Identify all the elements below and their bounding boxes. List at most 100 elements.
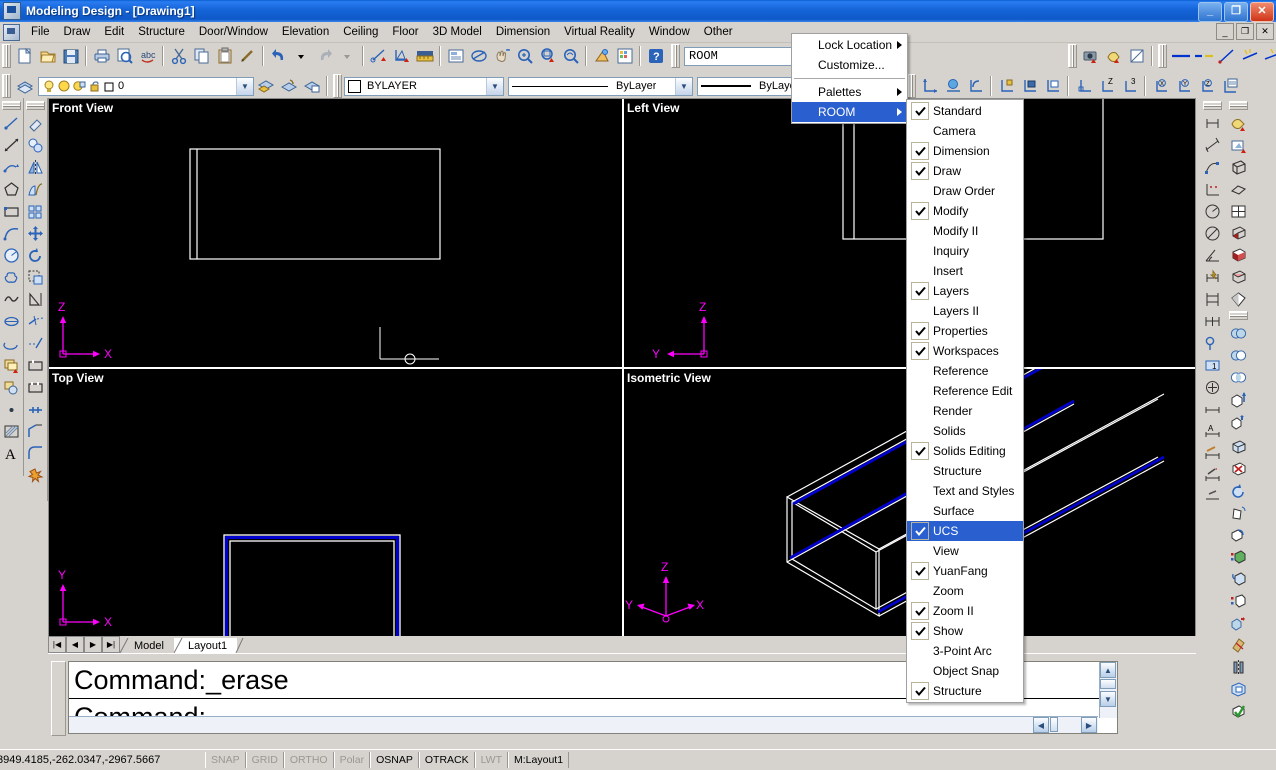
angular-dimension-icon[interactable] xyxy=(1202,244,1223,266)
ucs-rotate-x-icon[interactable]: X xyxy=(1149,75,1172,97)
status-toggle-osnap[interactable]: OSNAP xyxy=(370,752,419,768)
tolerance-icon[interactable]: 1 xyxy=(1202,354,1223,376)
ucs-previous-icon[interactable] xyxy=(941,75,964,97)
context-menu-item-lock-location[interactable]: Lock Location xyxy=(792,35,907,55)
chevron-down-icon[interactable]: ▼ xyxy=(236,78,253,95)
pan-realtime-icon[interactable] xyxy=(467,45,490,67)
submenu-item-reference[interactable]: Reference xyxy=(907,361,1023,381)
color-combo[interactable]: BYLAYER ▼ xyxy=(344,77,504,96)
copy-object-icon[interactable] xyxy=(25,134,46,156)
submenu-item-camera[interactable]: Camera xyxy=(907,121,1023,141)
menu-floor[interactable]: Floor xyxy=(385,24,425,40)
arc-icon[interactable] xyxy=(1,222,22,244)
aligned-dimension-icon[interactable] xyxy=(1202,134,1223,156)
ucs-manager-icon[interactable] xyxy=(1218,75,1241,97)
menu-structure[interactable]: Structure xyxy=(131,24,192,40)
3d-view-icon[interactable] xyxy=(1228,156,1249,178)
submenu-item-surface[interactable]: Surface xyxy=(907,501,1023,521)
spline-icon[interactable] xyxy=(1,288,22,310)
quick-leader-icon[interactable] xyxy=(1202,332,1223,354)
construction-line-icon[interactable] xyxy=(1238,45,1261,67)
menu-elevation[interactable]: Elevation xyxy=(275,24,336,40)
menu-draw[interactable]: Draw xyxy=(57,24,98,40)
chamfer-icon[interactable] xyxy=(25,420,46,442)
context-menu-item-palettes[interactable]: Palettes xyxy=(792,82,907,102)
viewport-top-view[interactable]: Top View Y X xyxy=(49,369,621,636)
submenu-item-dimension[interactable]: Dimension xyxy=(907,141,1023,161)
submenu-item-3-point-arc[interactable]: 3-Point Arc xyxy=(907,641,1023,661)
first-layout-button[interactable]: |◀ xyxy=(48,636,66,653)
submenu-item-object-snap[interactable]: Object Snap xyxy=(907,661,1023,681)
submenu-item-text-and-styles[interactable]: Text and Styles xyxy=(907,481,1023,501)
zoom-window-icon[interactable] xyxy=(536,45,559,67)
diameter-dimension-icon[interactable] xyxy=(1202,222,1223,244)
isometric-view-icon[interactable] xyxy=(1228,222,1249,244)
ucs-rotate-z-icon[interactable]: Z xyxy=(1195,75,1218,97)
app-icon[interactable] xyxy=(3,2,21,20)
context-menu-item-customize[interactable]: Customize... xyxy=(792,55,907,75)
status-toggle-polar[interactable]: Polar xyxy=(334,752,371,768)
zoom-in-icon[interactable] xyxy=(513,45,536,67)
block-insert-icon[interactable] xyxy=(444,45,467,67)
dimension-break-icon[interactable] xyxy=(1202,486,1223,508)
revision-cloud-icon[interactable] xyxy=(1,266,22,288)
layer-previous-icon[interactable] xyxy=(254,75,277,97)
status-toggle-snap[interactable]: SNAP xyxy=(205,752,246,768)
submenu-item-zoom-ii[interactable]: Zoom II xyxy=(907,601,1023,621)
status-toggle-grid[interactable]: GRID xyxy=(246,752,284,768)
point-icon[interactable] xyxy=(1,398,22,420)
line-icon[interactable] xyxy=(1,112,22,134)
menu-edit[interactable]: Edit xyxy=(97,24,131,40)
layer-manager-icon[interactable] xyxy=(13,75,36,97)
chevron-down-icon[interactable]: ▼ xyxy=(675,78,692,95)
ucs-object-icon[interactable] xyxy=(995,75,1018,97)
dimension-update-icon[interactable] xyxy=(1202,442,1223,464)
solid-copy-face-icon[interactable] xyxy=(1228,524,1249,546)
toolbar-grip[interactable] xyxy=(671,44,680,68)
status-toggle-otrack[interactable]: OTRACK xyxy=(419,752,475,768)
menu-virtual-reality[interactable]: Virtual Reality xyxy=(557,24,642,40)
conceptual-view-icon[interactable] xyxy=(1228,288,1249,310)
layer-match-icon[interactable] xyxy=(300,75,323,97)
doc-restore-button[interactable]: ❐ xyxy=(1236,23,1254,40)
submenu-item-solids[interactable]: Solids xyxy=(907,421,1023,441)
baseline-dimension-icon[interactable] xyxy=(1202,288,1223,310)
solid-3d-icon[interactable] xyxy=(1228,678,1249,700)
light-icon[interactable] xyxy=(1102,45,1125,67)
intersect-icon[interactable] xyxy=(1228,366,1249,388)
submenu-item-render[interactable]: Render xyxy=(907,401,1023,421)
solid-delete-icon[interactable] xyxy=(1228,458,1249,480)
material-icon[interactable] xyxy=(1125,45,1148,67)
status-model-layout[interactable]: M:Layout1 xyxy=(508,752,569,768)
distance-icon[interactable] xyxy=(367,45,390,67)
ucs-face-icon[interactable] xyxy=(1018,75,1041,97)
scroll-left-icon[interactable]: ◀ xyxy=(1033,717,1049,733)
array-icon[interactable] xyxy=(25,200,46,222)
center-mark-icon[interactable] xyxy=(1202,376,1223,398)
scale-icon[interactable] xyxy=(25,266,46,288)
shaded-view-icon[interactable] xyxy=(1228,244,1249,266)
doc-minimize-button[interactable]: _ xyxy=(1216,23,1234,40)
scroll-right-icon[interactable]: ▶ xyxy=(1081,717,1097,733)
fillet-icon[interactable] xyxy=(25,442,46,464)
menu-file[interactable]: File xyxy=(24,24,57,40)
maximize-button[interactable]: ❐ xyxy=(1224,2,1248,22)
menu-dimension[interactable]: Dimension xyxy=(489,24,557,40)
dimension-edit-icon[interactable] xyxy=(1202,398,1223,420)
viewports-icon[interactable] xyxy=(1228,200,1249,222)
horizontal-scroll-thumb[interactable] xyxy=(1050,717,1058,732)
section-icon[interactable] xyxy=(1228,656,1249,678)
viewport-front-view[interactable]: Front View Z X xyxy=(49,99,621,367)
coordinate-readout[interactable]: 3949.4185,-262.0347,-2967.5667 xyxy=(0,754,205,766)
match-properties-icon[interactable] xyxy=(236,45,259,67)
erase-icon[interactable] xyxy=(25,112,46,134)
tab-model[interactable]: Model xyxy=(120,638,174,653)
submenu-item-modify-ii[interactable]: Modify II xyxy=(907,221,1023,241)
solid-check-icon[interactable] xyxy=(1228,700,1249,722)
doc-close-button[interactable]: ✕ xyxy=(1256,23,1274,40)
join-icon[interactable] xyxy=(25,398,46,420)
submenu-item-insert[interactable]: Insert xyxy=(907,261,1023,281)
undo-icon[interactable] xyxy=(267,45,290,67)
submenu-item-modify[interactable]: Modify xyxy=(907,201,1023,221)
solid-box-icon[interactable] xyxy=(1228,436,1249,458)
